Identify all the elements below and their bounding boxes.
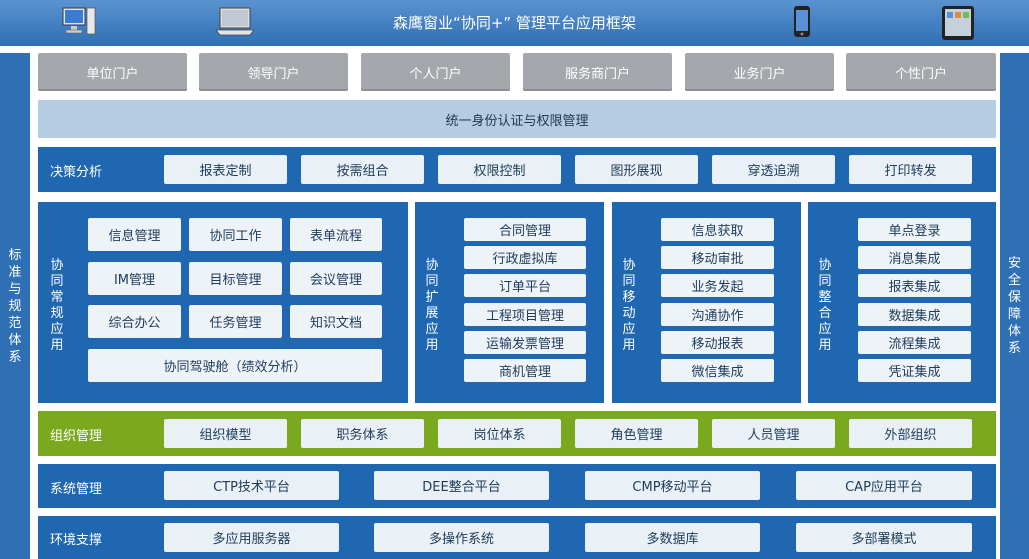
regular-item[interactable]: 目标管理: [189, 262, 282, 295]
decision-label: 决策分析: [50, 165, 103, 180]
regular-item[interactable]: 协同工作: [189, 218, 282, 251]
portal-business[interactable]: 业务门户: [685, 53, 834, 91]
extend-item[interactable]: 商机管理: [464, 359, 586, 382]
decision-item[interactable]: 穿透追溯: [712, 155, 835, 184]
panel-regular: 协同常规应用 信息管理 协同工作 表单流程 IM管理 目标管理 会议管理 综合办…: [38, 202, 408, 403]
regular-item[interactable]: IM管理: [88, 262, 181, 295]
org-item[interactable]: 岗位体系: [438, 419, 561, 448]
auth-bar[interactable]: 统一身份认证与权限管理: [38, 100, 996, 138]
org-label: 组织管理: [50, 429, 103, 444]
extend-item[interactable]: 工程项目管理: [464, 303, 586, 326]
side-label-standards: 标准与规范体系: [0, 53, 30, 559]
env-item[interactable]: 多部署模式: [796, 523, 972, 552]
system-item[interactable]: DEE整合平台: [374, 471, 549, 500]
portal-unit[interactable]: 单位门户: [38, 53, 187, 91]
extend-item[interactable]: 订单平台: [464, 274, 586, 297]
integrate-item[interactable]: 流程集成: [858, 331, 971, 354]
header-bar: 森鹰窗业“协同+” 管理平台应用框架: [0, 0, 1029, 46]
mobile-item[interactable]: 沟通协作: [661, 303, 774, 326]
regular-cockpit[interactable]: 协同驾驶舱（绩效分析）: [88, 349, 382, 382]
integrate-item[interactable]: 凭证集成: [858, 359, 971, 382]
org-band: 组织管理 组织模型 职务体系 岗位体系 角色管理 人员管理 外部组织: [38, 411, 996, 456]
regular-item[interactable]: 会议管理: [290, 262, 382, 295]
org-item[interactable]: 组织模型: [164, 419, 287, 448]
extend-item[interactable]: 合同管理: [464, 218, 586, 241]
decision-item[interactable]: 图形展现: [575, 155, 698, 184]
decision-item[interactable]: 报表定制: [164, 155, 287, 184]
extend-item[interactable]: 行政虚拟库: [464, 246, 586, 269]
panel-extend-label: 协同扩展应用: [425, 258, 439, 353]
org-item[interactable]: 角色管理: [575, 419, 698, 448]
panel-integrate: 协同整合应用 单点登录 消息集成 报表集成 数据集成 流程集成 凭证集成: [808, 202, 996, 403]
regular-item[interactable]: 任务管理: [189, 305, 282, 338]
integrate-item[interactable]: 数据集成: [858, 303, 971, 326]
env-item[interactable]: 多操作系统: [374, 523, 549, 552]
org-item[interactable]: 职务体系: [301, 419, 424, 448]
decision-item[interactable]: 权限控制: [438, 155, 561, 184]
env-item[interactable]: 多应用服务器: [164, 523, 339, 552]
env-item[interactable]: 多数据库: [585, 523, 760, 552]
integrate-item[interactable]: 消息集成: [858, 246, 971, 269]
portal-personal[interactable]: 个人门户: [361, 53, 510, 91]
decision-band: 决策分析 报表定制 按需组合 权限控制 图形展现 穿透追溯 打印转发: [38, 147, 996, 192]
portal-custom[interactable]: 个性门户: [846, 53, 996, 91]
mobile-item[interactable]: 业务发起: [661, 274, 774, 297]
org-item[interactable]: 人员管理: [712, 419, 835, 448]
regular-item[interactable]: 综合办公: [88, 305, 181, 338]
org-item[interactable]: 外部组织: [849, 419, 972, 448]
side-label-security: 安全保障体系: [1000, 53, 1029, 559]
decision-item[interactable]: 按需组合: [301, 155, 424, 184]
system-item[interactable]: CMP移动平台: [585, 471, 760, 500]
system-label: 系统管理: [50, 482, 103, 497]
mobile-item[interactable]: 移动报表: [661, 331, 774, 354]
system-item[interactable]: CAP应用平台: [796, 471, 972, 500]
mobile-item[interactable]: 移动审批: [661, 246, 774, 269]
regular-item[interactable]: 知识文档: [290, 305, 382, 338]
system-band: 系统管理 CTP技术平台 DEE整合平台 CMP移动平台 CAP应用平台: [38, 464, 996, 508]
system-item[interactable]: CTP技术平台: [164, 471, 339, 500]
mobile-item[interactable]: 信息获取: [661, 218, 774, 241]
panel-extend: 协同扩展应用 合同管理 行政虚拟库 订单平台 工程项目管理 运输发票管理 商机管…: [415, 202, 604, 403]
decision-item[interactable]: 打印转发: [849, 155, 972, 184]
panel-mobile: 协同移动应用 信息获取 移动审批 业务发起 沟通协作 移动报表 微信集成: [612, 202, 801, 403]
panel-mobile-label: 协同移动应用: [622, 258, 636, 353]
mobile-item[interactable]: 微信集成: [661, 359, 774, 382]
integrate-item[interactable]: 报表集成: [858, 274, 971, 297]
env-label: 环境支撑: [50, 533, 103, 548]
portal-provider[interactable]: 服务商门户: [523, 53, 672, 91]
regular-item[interactable]: 表单流程: [290, 218, 382, 251]
page-title: 森鹰窗业“协同+” 管理平台应用框架: [393, 14, 636, 32]
portal-leader[interactable]: 领导门户: [199, 53, 348, 91]
panel-integrate-label: 协同整合应用: [818, 258, 832, 353]
panel-regular-label: 协同常规应用: [50, 258, 64, 353]
regular-item[interactable]: 信息管理: [88, 218, 181, 251]
integrate-item[interactable]: 单点登录: [858, 218, 971, 241]
extend-item[interactable]: 运输发票管理: [464, 331, 586, 354]
env-band: 环境支撑 多应用服务器 多操作系统 多数据库 多部署模式: [38, 516, 996, 559]
